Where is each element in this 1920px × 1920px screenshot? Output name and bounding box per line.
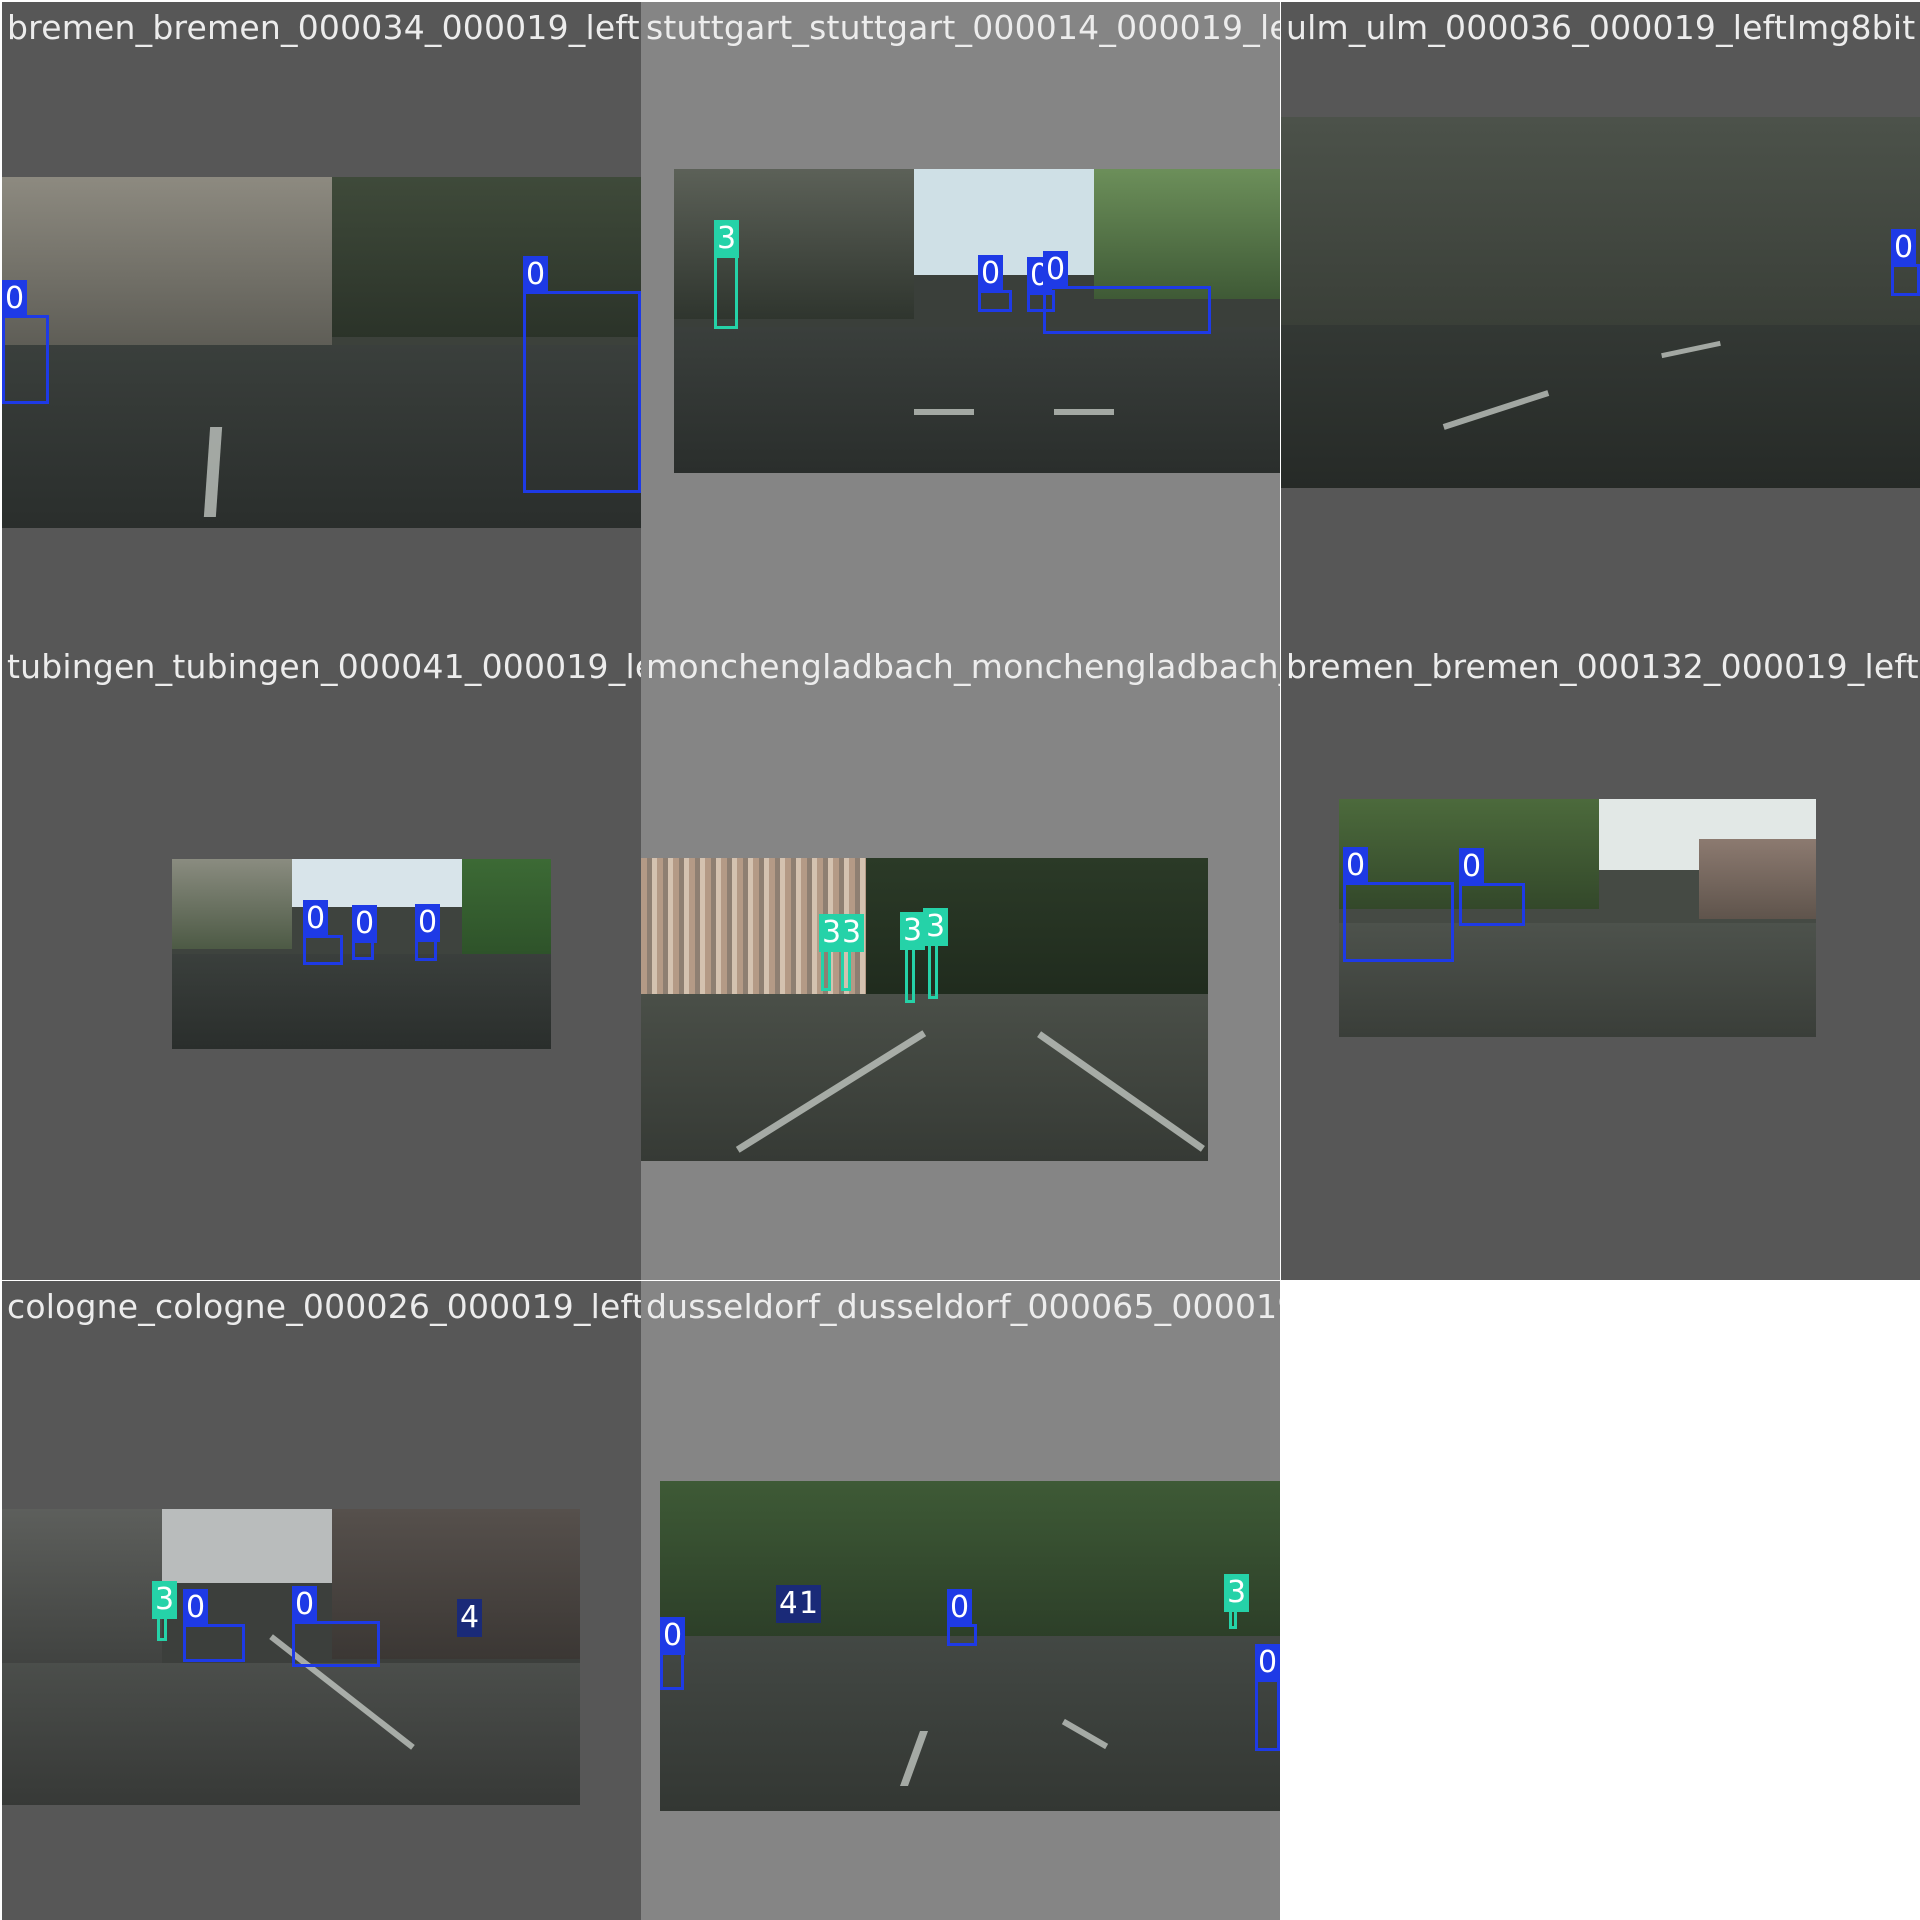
tile-title: monchengladbach_monchengladbach_000000_0 [646,647,1280,686]
bbox-label: 0 [1343,847,1369,885]
tile-title: bremen_bremen_000034_000019_leftImg8bit [7,8,641,47]
mosaic-tile: dusseldorf_dusseldorf_000065_000019_left… [641,1281,1280,1920]
bbox-label: 0 [183,1589,209,1627]
bbox-car [183,1624,245,1662]
bbox-label: 0 [415,904,441,942]
tile-title: cologne_cologne_000026_000019_leftImg8bi… [7,1287,641,1326]
tile-title: stuttgart_stuttgart_000014_000019_leftIm… [646,8,1280,47]
bbox-label: 1 [796,1585,822,1623]
bbox-label: 0 [660,1617,686,1655]
detection-mosaic: bremen_bremen_000034_000019_leftImg8bit … [0,0,1920,1920]
bbox-car [1343,882,1454,962]
mosaic-tile: monchengladbach_monchengladbach_000000_0… [641,641,1280,1280]
bbox-car [660,1652,684,1690]
bbox-label: 4 [457,1599,483,1637]
tile-title: tubingen_tubingen_000041_000019_leftImg8… [7,647,641,686]
street-photo [1281,117,1920,488]
bbox-car [523,291,641,493]
bbox-label: 3 [900,912,926,950]
street-photo [641,858,1208,1161]
mosaic-tile: bremen_bremen_000034_000019_leftImg8bit … [2,2,641,641]
mosaic-tile: stuttgart_stuttgart_000014_000019_leftIm… [641,2,1280,641]
bbox-label: 0 [1891,229,1917,267]
bbox-pedestrian [1229,1609,1237,1629]
bbox-car [978,290,1012,312]
mosaic-tile: bremen_bremen_000132_000019_leftImg8bit … [1281,641,1920,1280]
bbox-label: 0 [303,900,329,938]
bbox-label: 0 [947,1589,973,1627]
bbox-label: 0 [1255,1644,1280,1682]
tile-title: bremen_bremen_000132_000019_leftImg8bit [1286,647,1920,686]
empty-tile [1281,1281,1920,1920]
bbox-label: 3 [714,220,740,258]
bbox-label: 0 [978,255,1004,293]
mosaic-tile: ulm_ulm_000036_000019_leftImg8bit 0 [1281,2,1920,641]
bbox-car [947,1624,977,1646]
mosaic-tile: tubingen_tubingen_000041_000019_leftImg8… [2,641,641,1280]
tile-title: ulm_ulm_000036_000019_leftImg8bit [1286,8,1916,47]
bbox-pedestrian [841,949,851,991]
bbox-car [1459,883,1525,926]
bbox-label: 0 [352,905,378,943]
bbox-label: 0 [2,280,28,318]
bbox-car [1043,286,1211,334]
mosaic-tile: cologne_cologne_000026_000019_leftImg8bi… [2,1281,641,1920]
bbox-label: 3 [152,1581,178,1619]
bbox-car [1891,264,1920,296]
bbox-pedestrian [928,943,938,999]
bbox-label: 0 [1043,251,1069,289]
bbox-label: 3 [1224,1574,1250,1612]
bbox-car [1255,1679,1280,1751]
tile-title: dusseldorf_dusseldorf_000065_000019_left [646,1287,1280,1326]
bbox-label: 0 [1459,848,1485,886]
bbox-car [352,940,374,960]
bbox-label: 0 [523,256,549,294]
bbox-car [2,315,49,404]
bbox-pedestrian [905,947,915,1003]
bbox-pedestrian [157,1616,167,1641]
bbox-car [303,935,343,965]
bbox-label: 0 [292,1586,318,1624]
bbox-label: 3 [839,914,865,952]
bbox-car [292,1621,380,1667]
street-photo [660,1481,1280,1811]
bbox-pedestrian [821,949,831,991]
bbox-label: 3 [923,908,949,946]
bbox-pedestrian [714,255,738,329]
street-photo [2,1509,580,1805]
bbox-car [415,939,437,961]
